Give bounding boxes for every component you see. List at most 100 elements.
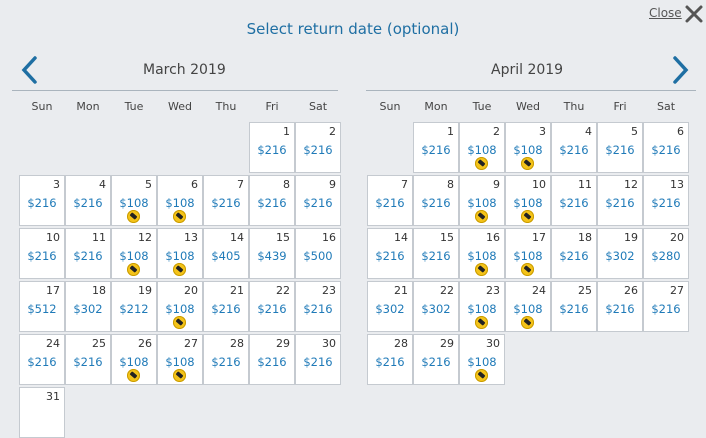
weekday-label: Fri [613, 100, 627, 113]
calendar-day-cell[interactable]: 18 $216 [551, 228, 597, 279]
calendar-day-cell[interactable]: 23 $108 [459, 281, 505, 332]
calendar-day-cell[interactable]: 4 $216 [551, 122, 597, 173]
calendar-day-cell[interactable]: 30 $108 [459, 334, 505, 385]
chevron-right-icon[interactable] [670, 55, 690, 85]
calendar-day-cell[interactable]: 14 $405 [203, 228, 249, 279]
calendar-day-cell[interactable]: 7 $216 [203, 175, 249, 226]
day-number: 27 [184, 337, 198, 350]
calendar-day-cell[interactable]: 31 [19, 387, 65, 438]
fare-price: $216 [303, 355, 333, 369]
calendar-day-cell[interactable]: 21 $216 [203, 281, 249, 332]
calendar-day-cell[interactable]: 24 $108 [505, 281, 551, 332]
calendar-day-cell[interactable]: 27 $216 [643, 281, 689, 332]
calendar-day-cell[interactable]: 6 $108 [157, 175, 203, 226]
day-number: 3 [539, 125, 546, 138]
calendar-day-cell[interactable]: 13 $108 [157, 228, 203, 279]
fare-price: $500 [303, 249, 333, 263]
calendar-day-cell[interactable]: 28 $216 [203, 334, 249, 385]
calendar-day-cell[interactable]: 20 $108 [157, 281, 203, 332]
calendar-day-cell[interactable]: 1 $216 [249, 122, 295, 173]
deal-tag-icon [475, 263, 488, 276]
fare-price: $216 [375, 196, 405, 210]
close-icon[interactable] [684, 4, 704, 24]
chevron-left-icon[interactable] [20, 55, 40, 85]
day-number: 15 [276, 231, 290, 244]
calendar-day-cell[interactable]: 15 $216 [413, 228, 459, 279]
day-number: 20 [184, 284, 198, 297]
calendar-day-cell[interactable]: 7 $216 [367, 175, 413, 226]
calendar-day-cell[interactable]: 26 $216 [597, 281, 643, 332]
calendar-day-cell[interactable]: 28 $216 [367, 334, 413, 385]
calendar-day-cell[interactable]: 3 $216 [19, 175, 65, 226]
calendar-day-cell[interactable]: 23 $216 [295, 281, 341, 332]
calendar-day-cell[interactable]: 19 $212 [111, 281, 157, 332]
calendar-day-cell[interactable]: 12 $216 [597, 175, 643, 226]
fare-price: $216 [303, 143, 333, 157]
fare-price: $405 [211, 249, 241, 263]
calendar-day-cell[interactable]: 27 $108 [157, 334, 203, 385]
fare-price: $216 [303, 196, 333, 210]
day-number: 15 [440, 231, 454, 244]
calendar-day-cell[interactable]: 2 $108 [459, 122, 505, 173]
calendar-day-cell[interactable]: 10 $216 [19, 228, 65, 279]
calendar-day-cell[interactable]: 14 $216 [367, 228, 413, 279]
fare-price: $216 [27, 249, 57, 263]
day-number: 19 [138, 284, 152, 297]
calendar-day-cell[interactable]: 24 $216 [19, 334, 65, 385]
calendar-day-cell[interactable]: 8 $216 [413, 175, 459, 226]
weekday-label: Wed [516, 100, 540, 113]
close-link[interactable]: Close [649, 6, 682, 20]
calendar-day-cell[interactable]: 17 $108 [505, 228, 551, 279]
calendar-day-cell[interactable]: 5 $108 [111, 175, 157, 226]
calendar-day-cell[interactable]: 2 $216 [295, 122, 341, 173]
calendar-day-cell[interactable]: 20 $280 [643, 228, 689, 279]
calendar-day-cell[interactable]: 30 $216 [295, 334, 341, 385]
fare-price: $216 [421, 355, 451, 369]
calendar-day-cell[interactable]: 11 $216 [551, 175, 597, 226]
day-number: 30 [486, 337, 500, 350]
fare-price: $280 [651, 249, 681, 263]
calendar-day-cell[interactable]: 26 $108 [111, 334, 157, 385]
calendar-day-cell[interactable]: 25 $216 [551, 281, 597, 332]
calendar-day-cell[interactable]: 16 $108 [459, 228, 505, 279]
calendar-day-cell[interactable]: 18 $302 [65, 281, 111, 332]
day-number: 1 [447, 125, 454, 138]
fare-price: $108 [119, 249, 149, 263]
calendar-day-cell[interactable]: 21 $302 [367, 281, 413, 332]
calendar-day-cell[interactable]: 9 $108 [459, 175, 505, 226]
weekday-label: Fri [265, 100, 279, 113]
calendar-day-cell[interactable]: 17 $512 [19, 281, 65, 332]
fare-price: $108 [467, 302, 497, 316]
calendar-day-cell[interactable]: 12 $108 [111, 228, 157, 279]
calendar-day-cell[interactable]: 25 $216 [65, 334, 111, 385]
calendar-day-cell[interactable]: 8 $216 [249, 175, 295, 226]
fare-price: $108 [119, 355, 149, 369]
day-number: 10 [46, 231, 60, 244]
day-number: 28 [394, 337, 408, 350]
weekday-label: Mon [76, 100, 100, 113]
calendar-day-cell[interactable]: 4 $216 [65, 175, 111, 226]
day-number: 26 [624, 284, 638, 297]
calendar-day-cell[interactable]: 16 $500 [295, 228, 341, 279]
calendar-day-cell[interactable]: 3 $108 [505, 122, 551, 173]
calendar-day-cell[interactable]: 19 $302 [597, 228, 643, 279]
weekday-label: Thu [215, 100, 237, 113]
calendar-day-cell[interactable]: 13 $216 [643, 175, 689, 226]
calendar-day-cell[interactable]: 29 $216 [249, 334, 295, 385]
calendar-day-cell[interactable]: 15 $439 [249, 228, 295, 279]
calendar-day-cell[interactable]: 29 $216 [413, 334, 459, 385]
fare-price: $216 [211, 355, 241, 369]
day-number: 29 [440, 337, 454, 350]
calendar-day-cell[interactable]: 9 $216 [295, 175, 341, 226]
fare-price: $212 [119, 302, 149, 316]
calendar-day-cell[interactable]: 5 $216 [597, 122, 643, 173]
calendar-day-cell[interactable]: 11 $216 [65, 228, 111, 279]
day-number: 25 [578, 284, 592, 297]
deal-tag-icon [475, 369, 488, 382]
calendar-day-cell[interactable]: 6 $216 [643, 122, 689, 173]
calendar-day-cell[interactable]: 1 $216 [413, 122, 459, 173]
fare-price: $216 [375, 249, 405, 263]
calendar-day-cell[interactable]: 22 $216 [249, 281, 295, 332]
calendar-day-cell[interactable]: 10 $108 [505, 175, 551, 226]
calendar-day-cell[interactable]: 22 $302 [413, 281, 459, 332]
